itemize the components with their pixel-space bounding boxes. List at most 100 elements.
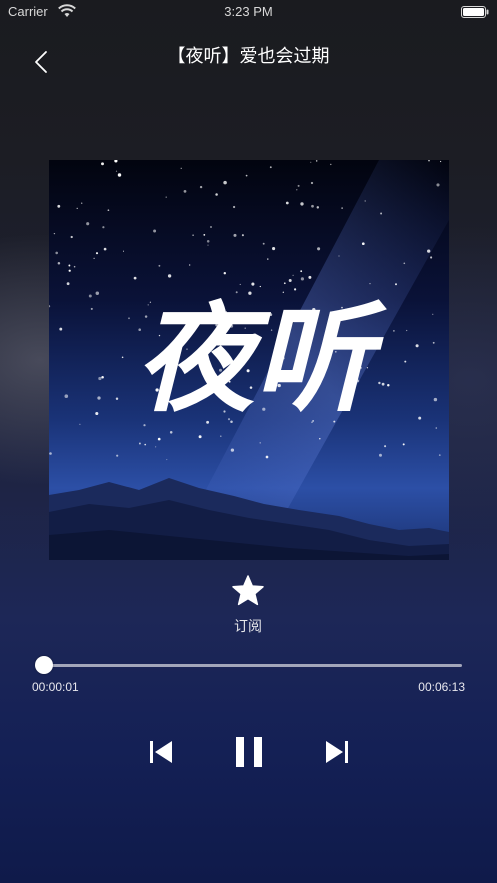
star-icon xyxy=(232,575,264,606)
star-dot xyxy=(330,163,332,166)
previous-button[interactable] xyxy=(146,737,176,767)
star-dot xyxy=(116,454,119,457)
star-dot xyxy=(297,184,300,187)
star-dot xyxy=(203,233,206,236)
star-dot xyxy=(55,251,58,255)
star-dot xyxy=(93,257,95,260)
skip-previous-icon xyxy=(150,741,172,763)
star-dot xyxy=(166,459,168,461)
status-bar: Carrier 3:23 PM xyxy=(0,0,497,24)
star-dot xyxy=(81,202,83,204)
star-dot xyxy=(122,250,125,252)
star-dot xyxy=(230,448,235,452)
star-dot xyxy=(223,180,227,185)
star-dot xyxy=(259,442,261,444)
star-dot xyxy=(155,446,157,448)
star-dot xyxy=(68,264,71,267)
star-dot xyxy=(269,166,272,169)
star-dot xyxy=(310,181,314,185)
star-dot xyxy=(199,185,203,189)
star-dot xyxy=(267,258,269,260)
star-dot xyxy=(433,397,438,402)
star-dot xyxy=(310,161,312,163)
star-dot xyxy=(369,282,371,285)
star-dot xyxy=(373,343,376,346)
star-dot xyxy=(395,283,397,286)
star-dot xyxy=(95,252,99,255)
star-dot xyxy=(384,445,387,448)
star-dot xyxy=(95,411,99,416)
star-dot xyxy=(88,294,92,298)
star-dot xyxy=(404,360,407,363)
next-button[interactable] xyxy=(322,737,352,767)
star-dot xyxy=(157,437,161,441)
star-dot xyxy=(153,229,157,233)
star-dot xyxy=(308,275,312,279)
cover-art: 夜听 xyxy=(49,160,449,560)
skip-next-icon xyxy=(326,741,348,763)
star-dot xyxy=(165,196,167,198)
star-dot xyxy=(241,234,244,237)
star-dot xyxy=(169,431,173,434)
pause-icon xyxy=(236,737,262,767)
back-button[interactable] xyxy=(26,44,58,80)
star-dot xyxy=(73,265,76,268)
star-dot xyxy=(192,234,194,237)
page-title: 【夜听】爱也会过期 xyxy=(167,46,330,67)
star-dot xyxy=(66,282,70,286)
star-dot xyxy=(341,207,343,209)
star-dot xyxy=(251,282,255,286)
star-dot xyxy=(128,317,130,320)
star-dot xyxy=(285,201,289,205)
star-dot xyxy=(436,183,440,187)
star-dot xyxy=(198,435,202,439)
subscribe-button[interactable]: 订阅 xyxy=(208,574,288,638)
star-dot xyxy=(379,453,382,457)
star-dot xyxy=(393,330,395,332)
star-dot xyxy=(101,162,104,166)
star-dot xyxy=(144,443,147,446)
star-dot xyxy=(121,356,124,359)
star-dot xyxy=(319,438,321,440)
star-dot xyxy=(315,160,318,162)
star-dot xyxy=(403,262,406,265)
star-dot xyxy=(90,307,93,310)
star-dot xyxy=(70,235,73,239)
chevron-left-icon xyxy=(35,51,47,73)
star-dot xyxy=(300,202,304,206)
star-dot xyxy=(259,285,261,288)
star-dot xyxy=(49,452,52,455)
star-dot xyxy=(57,261,61,265)
progress-thumb[interactable] xyxy=(35,656,53,674)
star-dot xyxy=(76,207,78,210)
star-dot xyxy=(59,327,63,331)
star-dot xyxy=(300,277,304,281)
star-dot xyxy=(183,190,187,193)
star-dot xyxy=(430,256,433,259)
star-dot xyxy=(338,255,340,257)
star-dot xyxy=(158,264,161,267)
star-dot xyxy=(232,205,236,209)
player-screen: Carrier 3:23 PM 【夜听】爱也会过期 夜听 订阅 00:00:01… xyxy=(0,0,497,883)
star-dot xyxy=(288,279,292,282)
star-dot xyxy=(102,226,105,229)
star-dot xyxy=(233,233,237,237)
star-dot xyxy=(95,291,100,296)
star-dot xyxy=(206,240,210,243)
star-dot xyxy=(438,454,441,456)
progress-track[interactable] xyxy=(44,664,462,667)
star-dot xyxy=(435,427,438,429)
current-time: 00:00:01 xyxy=(32,680,79,694)
star-dot xyxy=(432,341,435,344)
star-dot xyxy=(380,212,383,215)
battery-icon xyxy=(461,6,489,18)
star-dot xyxy=(432,313,434,315)
star-dot xyxy=(387,384,390,387)
star-dot xyxy=(427,249,431,253)
star-dot xyxy=(68,269,71,272)
pause-button[interactable] xyxy=(232,734,266,770)
star-dot xyxy=(361,242,365,246)
star-dot xyxy=(115,170,118,172)
star-dot xyxy=(133,276,137,280)
star-dot xyxy=(189,264,191,266)
